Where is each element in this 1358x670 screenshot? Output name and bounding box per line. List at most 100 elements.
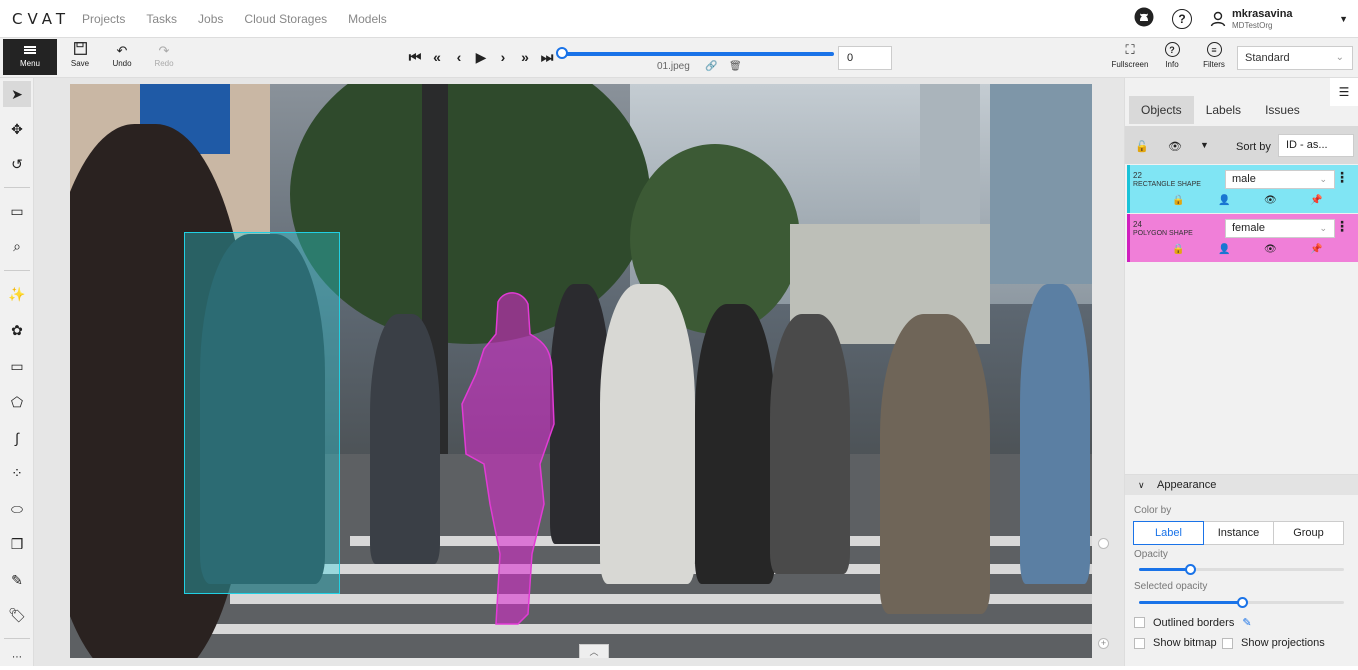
selected-opacity-slider-handle[interactable] <box>1236 597 1248 608</box>
object-label-select[interactable]: male ⌄ <box>1225 170 1335 189</box>
color-by-label-option[interactable]: Label <box>1133 521 1204 545</box>
info-button[interactable]: ? Info <box>1151 42 1193 69</box>
user-menu[interactable]: mkrasavina MDTestOrg ▼ <box>1210 8 1348 30</box>
play-icon[interactable]: ▶ <box>470 46 492 68</box>
info-icon: ? <box>1164 42 1180 57</box>
sort-by-label: Sort by <box>1236 141 1271 153</box>
move-tool[interactable]: ✥ <box>3 116 31 142</box>
lock-icon[interactable]: 🔒 <box>1172 244 1184 255</box>
frame-filename: 01.jpeg <box>657 61 690 72</box>
fullscreen-button[interactable]: ⛶ Fullscreen <box>1109 42 1151 69</box>
tab-labels[interactable]: Labels <box>1194 96 1253 124</box>
filter-icon: ≡ <box>1206 42 1222 57</box>
opacity-slider-fill <box>1139 568 1191 571</box>
nav-models[interactable]: Models <box>348 12 387 26</box>
save-button[interactable]: Save <box>62 42 98 68</box>
ai-tools-button[interactable]: ✿ <box>3 317 31 343</box>
edit-color-icon[interactable]: ✎ <box>1242 616 1251 629</box>
cvat-logo[interactable]: CVAT <box>12 10 78 28</box>
cursor-tool[interactable]: ➤ <box>3 81 31 107</box>
canvas-context-dot[interactable] <box>1098 538 1109 549</box>
draw-cuboid-tool[interactable]: ❒ <box>3 531 31 557</box>
eye-all-icon[interactable]: 👁 <box>1168 140 1182 153</box>
fit-image-tool[interactable]: ▭ <box>3 198 31 224</box>
github-icon[interactable] <box>1134 7 1154 32</box>
object-item-24[interactable]: 24 POLYGON SHAPE female ⌄ ⋮ 🔒 👤 👁 📌 <box>1127 214 1358 262</box>
chevron-up-icon[interactable]: ︿ <box>579 644 609 658</box>
fast-forward-icon[interactable]: » <box>514 46 536 68</box>
draw-polygon-tool[interactable]: ⬠ <box>3 389 31 415</box>
magic-wand-tool[interactable]: ✨ <box>3 281 31 307</box>
rotate-tool[interactable]: ↺ <box>3 151 31 177</box>
collapse-sidebar-icon[interactable]: ☰ <box>1330 78 1358 106</box>
user-icon <box>1210 11 1226 27</box>
rotate-icon: ↺ <box>11 155 23 172</box>
help-icon[interactable]: ? <box>1172 9 1192 29</box>
object-label-select[interactable]: female ⌄ <box>1225 219 1335 238</box>
first-frame-icon[interactable]: ⏮ <box>404 46 426 68</box>
tag-icon: 🏷 <box>8 606 26 623</box>
more-tools[interactable]: ⋯ <box>3 644 31 670</box>
draw-rectangle-tool[interactable]: ▭ <box>3 353 31 379</box>
opacity-slider-handle[interactable] <box>1185 564 1197 575</box>
polygon-annotation-24[interactable] <box>70 84 1092 658</box>
chevron-down-icon: ⌄ <box>1319 174 1327 184</box>
tab-issues[interactable]: Issues <box>1253 96 1312 124</box>
show-bitmap-checkbox[interactable]: Show bitmap <box>1134 637 1217 649</box>
player-controls: ⏮ « ‹ ▶ › » ⏭ <box>404 46 558 68</box>
zoom-region-tool[interactable]: ⌕ <box>3 233 31 259</box>
pin-icon[interactable]: 📌 <box>1310 244 1322 255</box>
redo-button[interactable]: ↷ Redo <box>146 42 182 68</box>
selected-opacity-slider-fill <box>1139 601 1242 604</box>
annotation-canvas[interactable]: + <box>34 78 1124 666</box>
user-icon[interactable]: 👤 <box>1218 195 1230 206</box>
nav-jobs[interactable]: Jobs <box>198 12 223 26</box>
polyline-icon: ∫ <box>15 430 19 446</box>
sort-select[interactable]: ID - as... <box>1278 134 1354 157</box>
color-by-instance-option[interactable]: Instance <box>1203 521 1274 545</box>
draw-polyline-tool[interactable]: ∫ <box>3 425 31 451</box>
lock-all-icon[interactable]: 🔓 <box>1135 140 1149 153</box>
link-icon[interactable]: 🔗 <box>705 61 717 72</box>
draw-brush-tool[interactable]: ✎ <box>3 567 31 593</box>
object-id: 22 <box>1133 171 1142 180</box>
nav-cloud-storages[interactable]: Cloud Storages <box>244 12 327 26</box>
delete-frame-icon[interactable]: 🗑 <box>729 61 742 72</box>
setup-tag-tool[interactable]: 🏷 <box>3 602 31 628</box>
object-item-22[interactable]: 22 RECTANGLE SHAPE male ⌄ ⋮ 🔒 👤 👁 📌 <box>1127 165 1358 213</box>
nav-tasks[interactable]: Tasks <box>146 12 177 26</box>
user-name: mkrasavina <box>1232 8 1293 20</box>
frame-number-input[interactable]: 0 <box>838 46 892 70</box>
outlined-borders-checkbox[interactable]: Outlined borders ✎ <box>1134 616 1252 629</box>
nav-projects[interactable]: Projects <box>82 12 125 26</box>
appearance-panel: ∨ Appearance Color by Label Instance Gro… <box>1125 474 1358 666</box>
filters-button[interactable]: ≡ Filters <box>1193 42 1235 69</box>
last-frame-icon[interactable]: ⏭ <box>536 46 558 68</box>
pin-icon[interactable]: 📌 <box>1310 195 1322 206</box>
menu-button[interactable]: Menu <box>3 39 57 75</box>
points-icon: ⁘ <box>11 464 23 481</box>
more-options-icon[interactable]: ⋮ <box>1335 218 1349 235</box>
workspace-select[interactable]: Standard ⌄ <box>1237 46 1353 70</box>
draw-points-tool[interactable]: ⁘ <box>3 460 31 486</box>
lock-icon[interactable]: 🔒 <box>1172 195 1184 206</box>
eye-icon[interactable]: 👁 <box>1264 195 1277 206</box>
previous-frame-icon[interactable]: ‹ <box>448 46 470 68</box>
frame-slider-handle[interactable] <box>556 47 568 59</box>
color-by-group-option[interactable]: Group <box>1273 521 1344 545</box>
frame-slider-track[interactable] <box>560 52 834 56</box>
eye-icon[interactable]: 👁 <box>1264 244 1277 255</box>
caret-down-icon[interactable]: ▼ <box>1200 140 1209 150</box>
show-projections-checkbox[interactable]: Show projections <box>1222 637 1325 649</box>
user-icon[interactable]: 👤 <box>1218 244 1230 255</box>
sidebar-tabs: Objects Labels Issues <box>1129 96 1312 124</box>
objects-list-header: 🔓 👁 ▼ Sort by ID - as... <box>1125 126 1358 164</box>
more-options-icon[interactable]: ⋮ <box>1335 169 1349 186</box>
add-icon[interactable]: + <box>1098 638 1109 649</box>
tab-objects[interactable]: Objects <box>1129 96 1194 124</box>
fast-backward-icon[interactable]: « <box>426 46 448 68</box>
appearance-header[interactable]: ∨ Appearance <box>1125 475 1358 495</box>
next-frame-icon[interactable]: › <box>492 46 514 68</box>
undo-button[interactable]: ↶ Undo <box>104 42 140 68</box>
draw-ellipse-tool[interactable]: ⬭ <box>3 496 31 522</box>
